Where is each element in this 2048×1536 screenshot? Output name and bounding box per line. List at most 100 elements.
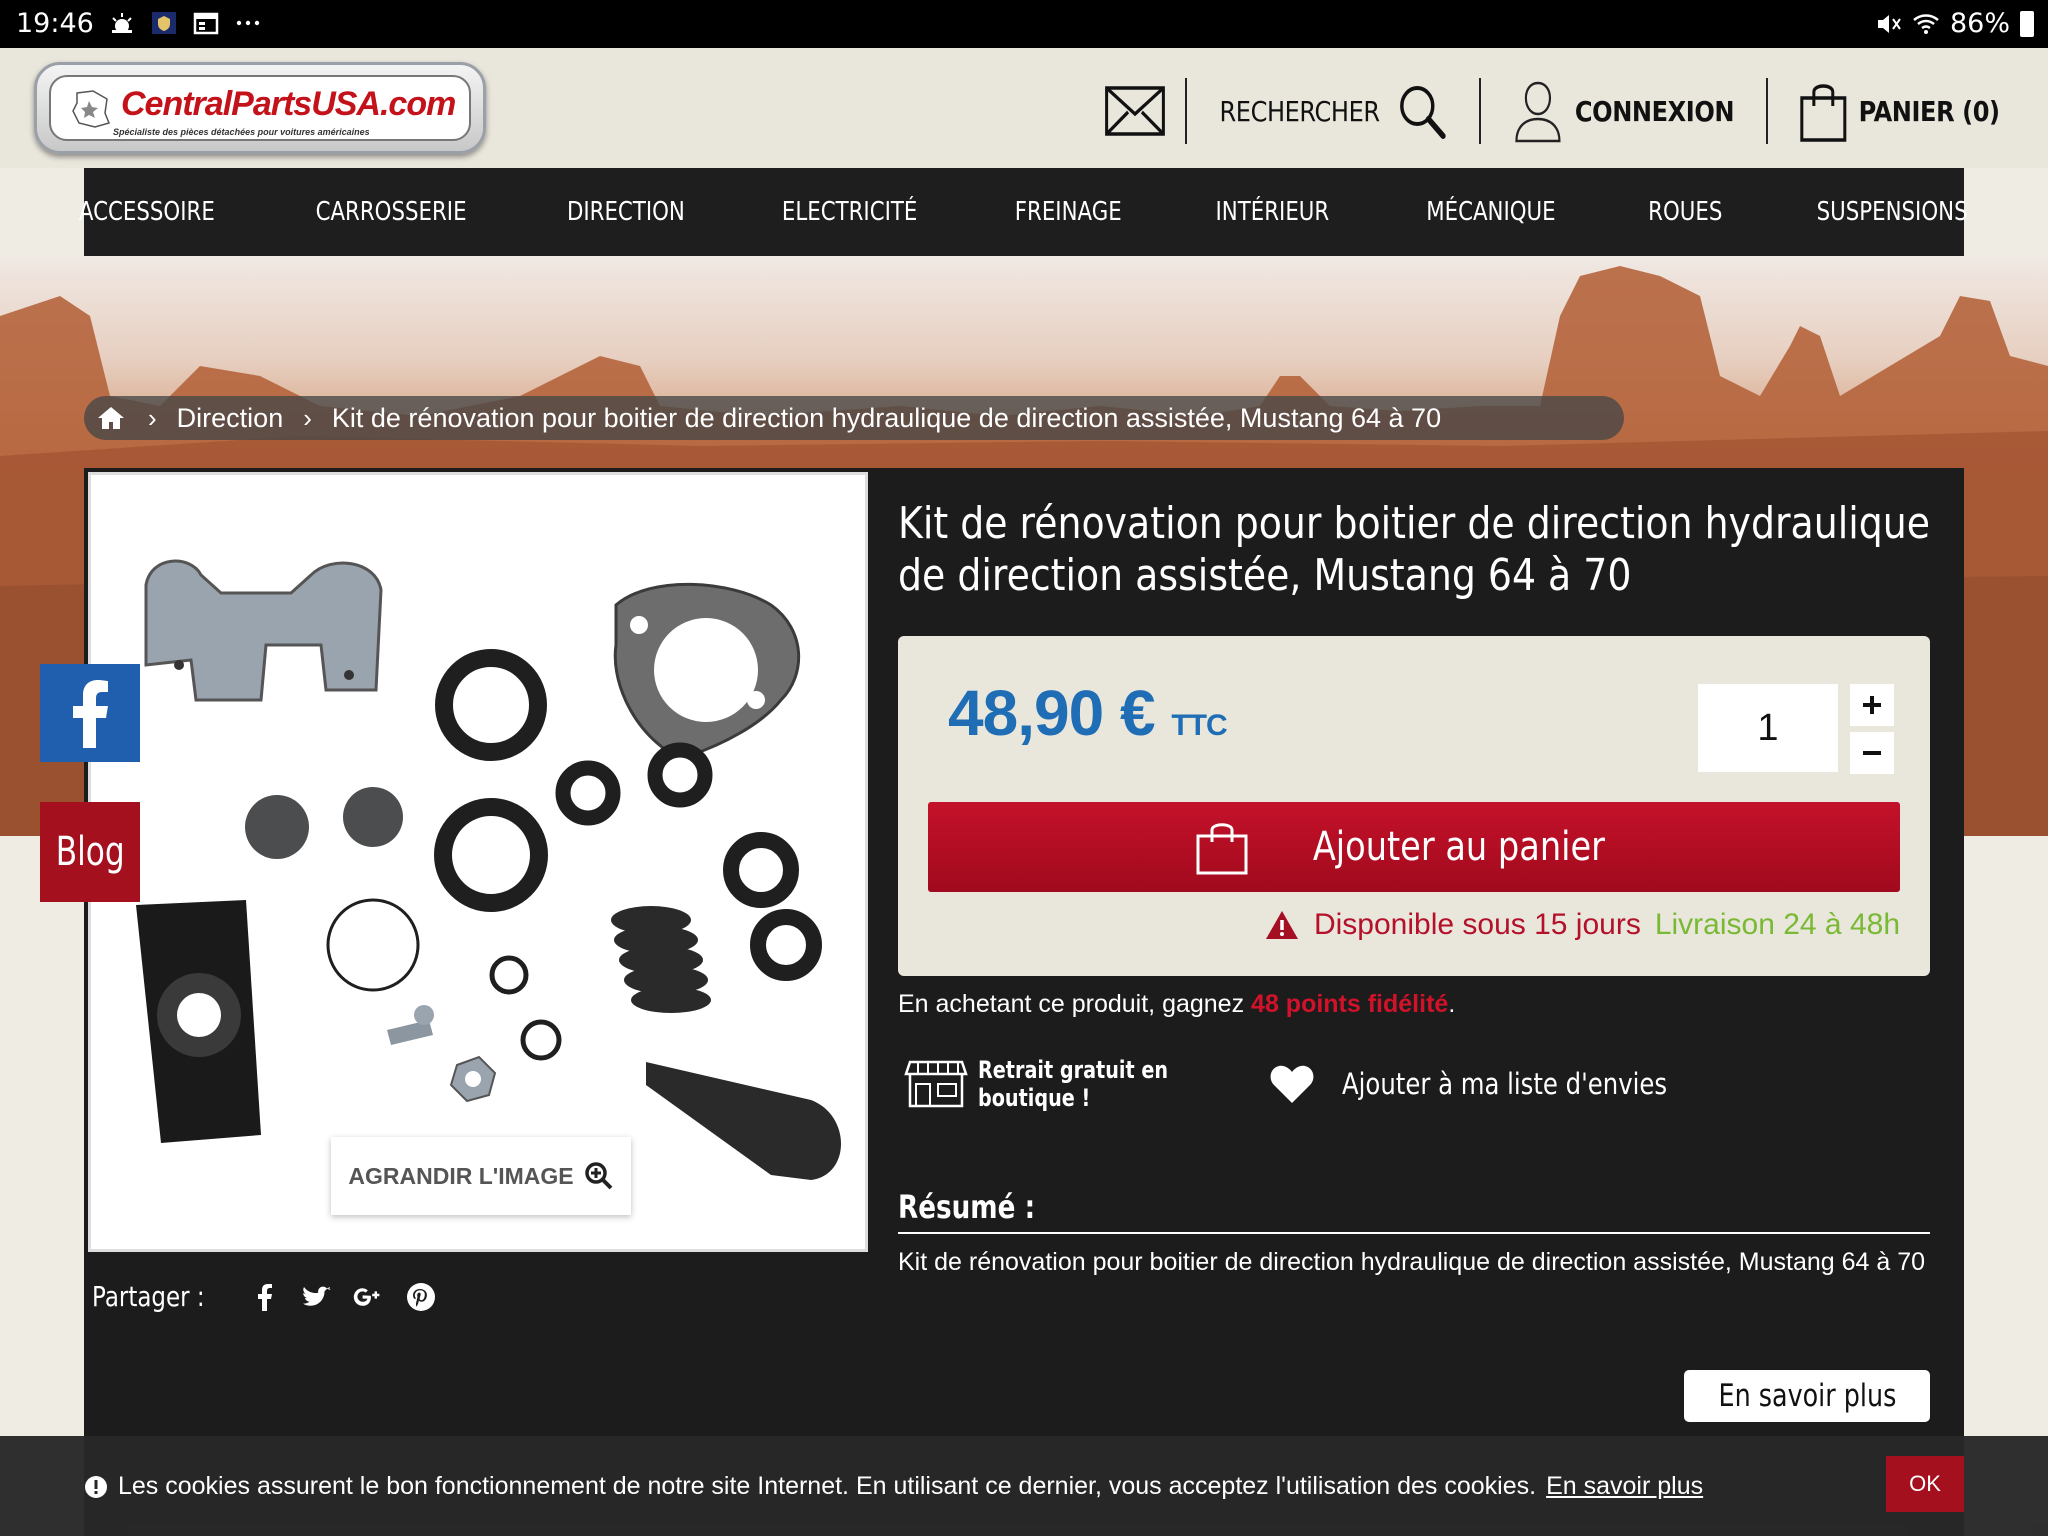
product-panel: AGRANDIR L'IMAGE Partager : Kit de rénov… bbox=[84, 468, 1964, 1536]
price-value: 48,90 € bbox=[948, 677, 1156, 749]
mute-icon bbox=[1877, 14, 1901, 33]
breadcrumb-home[interactable] bbox=[94, 401, 128, 435]
menu-item-roues[interactable]: ROUES bbox=[1619, 197, 1751, 227]
status-bar: 19:46 86% bbox=[0, 0, 2048, 48]
add-to-cart-button[interactable]: Ajouter au panier bbox=[928, 802, 1900, 892]
menu-item-freinage[interactable]: FREINAGE bbox=[986, 197, 1150, 227]
share-label: Partager : bbox=[92, 1280, 205, 1313]
app-notification-icon bbox=[152, 12, 176, 34]
menu-item-carrosserie[interactable]: CARROSSERIE bbox=[287, 197, 495, 227]
product-image[interactable]: AGRANDIR L'IMAGE bbox=[88, 472, 868, 1252]
login-button[interactable]: CONNEXION bbox=[1501, 78, 1746, 144]
buy-box: 48,90 € TTC 1 Ajouter au panier Disponib… bbox=[898, 636, 1930, 976]
contact-button[interactable] bbox=[1092, 78, 1178, 144]
mail-icon bbox=[1104, 86, 1165, 136]
header-divider bbox=[1184, 78, 1187, 144]
breadcrumb-current: Kit de rénovation pour boitier de direct… bbox=[331, 402, 1442, 433]
status-icons bbox=[108, 10, 262, 36]
plus-icon bbox=[1863, 696, 1881, 714]
breadcrumb: › Direction › Kit de rénovation pour boi… bbox=[84, 396, 1624, 440]
login-label: CONNEXION bbox=[1574, 94, 1735, 128]
heart-icon[interactable] bbox=[1268, 1063, 1316, 1105]
loyalty-points-info: En achetant ce produit, gagnez 48 points… bbox=[898, 990, 1455, 1019]
menu-item-mecanique[interactable]: MÉCANIQUE bbox=[1397, 197, 1584, 227]
site-header: CentralPartsUSA.com Spécialiste des pièc… bbox=[0, 48, 2048, 168]
menu-item-interieur[interactable]: INTÉRIEUR bbox=[1187, 197, 1358, 227]
minus-icon bbox=[1863, 751, 1881, 755]
search-icon bbox=[1399, 86, 1446, 139]
france-map-icon bbox=[72, 90, 111, 128]
battery-icon bbox=[2020, 10, 2034, 37]
store-icon bbox=[904, 1060, 968, 1108]
chevron-right-icon: › bbox=[303, 402, 312, 433]
header-divider bbox=[1478, 78, 1481, 144]
summary-text: Kit de rénovation pour boitier de direct… bbox=[898, 1248, 1926, 1276]
twitter-icon[interactable] bbox=[301, 1281, 333, 1313]
price-suffix: TTC bbox=[1171, 709, 1227, 742]
breadcrumb-category[interactable]: Direction bbox=[177, 403, 284, 434]
product-title: Kit de rénovation pour boitier de direct… bbox=[898, 498, 1931, 601]
info-icon bbox=[85, 1475, 107, 1498]
quantity-input[interactable]: 1 bbox=[1698, 684, 1838, 772]
logo-text: CentralPartsUSA.com bbox=[121, 85, 456, 123]
weather-icon bbox=[112, 13, 132, 33]
header-actions: RECHERCHER CONNEXION PANIER (0) bbox=[1085, 78, 2030, 144]
status-time: 19:46 bbox=[16, 8, 94, 39]
menu-item-direction[interactable]: DIRECTION bbox=[538, 197, 713, 227]
menu-item-suspensions[interactable]: SUSPENSIONS bbox=[1788, 197, 1996, 227]
chevron-right-icon: › bbox=[148, 402, 157, 433]
wifi-icon bbox=[1913, 13, 1939, 34]
cart-button[interactable]: PANIER (0) bbox=[1786, 78, 2011, 144]
quantity-increase-button[interactable] bbox=[1850, 684, 1894, 726]
cookie-text: Les cookies assurent le bon fonctionneme… bbox=[118, 1472, 1537, 1500]
share-bar: Partager : bbox=[92, 1280, 437, 1313]
delivery-text: Livraison 24 à 48h bbox=[1654, 908, 1900, 941]
add-to-cart-label: Ajouter au panier bbox=[1312, 824, 1606, 870]
site-logo[interactable]: CentralPartsUSA.com Spécialiste des pièc… bbox=[34, 62, 486, 154]
read-more-button[interactable]: En savoir plus bbox=[1684, 1370, 1930, 1422]
shopping-bag-icon bbox=[1800, 84, 1847, 142]
summary-divider bbox=[898, 1232, 1930, 1234]
wishlist-button[interactable]: Ajouter à ma liste d'envies bbox=[1342, 1067, 1667, 1101]
blog-label: Blog bbox=[55, 829, 125, 875]
loyalty-suffix: . bbox=[1448, 990, 1456, 1018]
product-price: 48,90 € TTC bbox=[948, 676, 1228, 750]
zoom-in-icon bbox=[584, 1162, 613, 1190]
facebook-sidebar-button[interactable] bbox=[40, 664, 140, 762]
quantity-decrease-button[interactable] bbox=[1850, 732, 1894, 774]
menu-item-accessoire[interactable]: ACCESSOIRE bbox=[50, 197, 243, 227]
calendar-icon bbox=[193, 12, 219, 35]
search-button[interactable]: RECHERCHER bbox=[1207, 78, 1458, 144]
availability-text: Disponible sous 15 jours bbox=[1313, 908, 1641, 941]
google-plus-icon[interactable] bbox=[353, 1281, 385, 1313]
more-dots-icon bbox=[236, 20, 260, 26]
cookie-ok-button[interactable]: OK bbox=[1886, 1456, 1964, 1512]
availability-info: Disponible sous 15 jours Livraison 24 à … bbox=[1264, 908, 1900, 942]
read-more-label: En savoir plus bbox=[1718, 1378, 1896, 1414]
product-photo-parts bbox=[136, 559, 841, 1180]
home-icon bbox=[98, 407, 124, 429]
blog-sidebar-button[interactable]: Blog bbox=[40, 802, 140, 902]
search-label: RECHERCHER bbox=[1219, 94, 1380, 128]
facebook-icon[interactable] bbox=[249, 1281, 281, 1313]
cookie-banner: Les cookies assurent le bon fonctionneme… bbox=[0, 1436, 2048, 1536]
main-menu: ACCESSOIRE CARROSSERIE DIRECTION ELECTRI… bbox=[79, 168, 1968, 256]
battery-percent: 86% bbox=[1949, 8, 2010, 39]
cart-label: PANIER (0) bbox=[1858, 94, 2000, 128]
summary-heading: Résumé : bbox=[898, 1188, 1036, 1226]
logo-tagline: Spécialiste des pièces détachées pour vo… bbox=[113, 127, 370, 137]
user-icon bbox=[1515, 81, 1561, 143]
warning-icon bbox=[1265, 911, 1298, 939]
enlarge-image-button[interactable]: AGRANDIR L'IMAGE bbox=[331, 1137, 631, 1215]
loyalty-prefix: En achetant ce produit, gagnez bbox=[898, 990, 1245, 1018]
loyalty-points: 48 points fidélité bbox=[1251, 990, 1449, 1018]
header-divider bbox=[1766, 78, 1769, 144]
facebook-icon bbox=[73, 680, 108, 748]
cookie-learn-more-link[interactable]: En savoir plus bbox=[1546, 1472, 1703, 1501]
pinterest-icon[interactable] bbox=[405, 1281, 437, 1313]
product-services: Retrait gratuit en boutique ! Ajouter à … bbox=[904, 1056, 1729, 1112]
shopping-bag-icon bbox=[1196, 823, 1248, 875]
enlarge-image-label: AGRANDIR L'IMAGE bbox=[348, 1162, 574, 1189]
cookie-message: Les cookies assurent le bon fonctionneme… bbox=[84, 1472, 1703, 1501]
menu-item-electricite[interactable]: ELECTRICITÉ bbox=[754, 197, 947, 227]
